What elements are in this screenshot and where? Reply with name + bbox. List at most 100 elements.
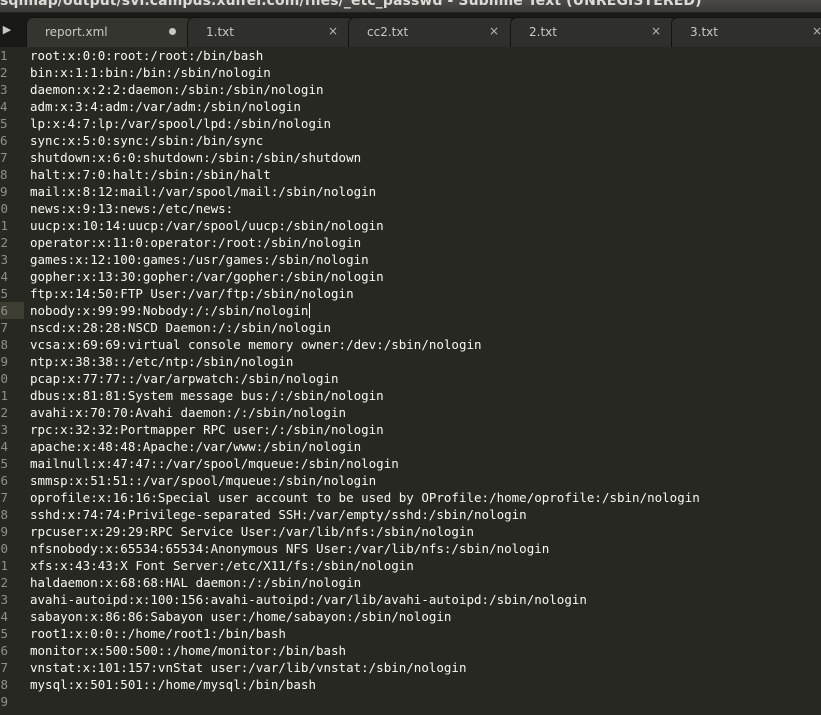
gutter-cell[interactable]: 25 <box>0 455 24 472</box>
code-line[interactable]: 34 sabayon:x:86:86:Sabayon user:/home/sab… <box>0 608 821 625</box>
gutter-cell[interactable]: 11 <box>0 217 24 234</box>
code-line[interactable]: 1 root:x:0:0:root:/root:/bin/bash <box>0 47 821 64</box>
gutter-cell[interactable]: 27 <box>0 489 24 506</box>
close-tab-icon[interactable]: × <box>649 23 663 39</box>
gutter-cell[interactable]: 17 <box>0 319 24 336</box>
code-line[interactable]: 27 oprofile:x:16:16:Special user account … <box>0 489 821 506</box>
tab-3[interactable]: cc2.txt × <box>348 17 516 47</box>
code-line[interactable]: 25 mailnull:x:47:47::/var/spool/mqueue:/s… <box>0 455 821 472</box>
line-number: 14 <box>0 269 9 284</box>
gutter-cell[interactable]: 35 <box>0 625 24 642</box>
gutter-cell[interactable]: 12 <box>0 234 24 251</box>
gutter-cell[interactable]: 7 <box>0 149 24 166</box>
gutter-cell[interactable]: 19 <box>0 353 24 370</box>
gutter-cell[interactable]: 39 <box>0 693 24 710</box>
gutter-cell[interactable]: 38 <box>0 676 24 693</box>
gutter-cell[interactable]: 15 <box>0 285 24 302</box>
code-line[interactable]: 26 smmsp:x:51:51::/var/spool/mqueue:/sbin… <box>0 472 821 489</box>
gutter-cell[interactable]: 24 <box>0 438 24 455</box>
code-line[interactable]: 11 uucp:x:10:14:uucp:/var/spool/uucp:/sbi… <box>0 217 821 234</box>
gutter-cell[interactable]: 36 <box>0 642 24 659</box>
line-text: oprofile:x:16:16:Special user account to… <box>30 490 700 505</box>
code-line[interactable]: 22 avahi:x:70:70:Avahi daemon:/:/sbin/nol… <box>0 404 821 421</box>
gutter-cell[interactable]: 16 <box>0 302 24 319</box>
gutter-cell[interactable]: 1 <box>0 47 24 64</box>
line-text: avahi:x:70:70:Avahi daemon:/:/sbin/nolog… <box>30 405 347 420</box>
window-titlebar[interactable]: sqlmap/output/svi.campus.xulfel.com/file… <box>0 0 821 13</box>
line-text: monitor:x:500:500::/home/monitor:/bin/ba… <box>30 643 347 658</box>
code-line[interactable]: 17 nscd:x:28:28:NSCD Daemon:/:/sbin/nolog… <box>0 319 821 336</box>
code-line[interactable]: 24 apache:x:48:48:Apache:/var/www:/sbin/n… <box>0 438 821 455</box>
editor-pane[interactable]: 1 root:x:0:0:root:/root:/bin/bash 2 bin:x:1… <box>0 47 821 715</box>
gutter-cell[interactable]: 29 <box>0 523 24 540</box>
gutter-cell[interactable]: 9 <box>0 183 24 200</box>
line-text: uucp:x:10:14:uucp:/var/spool/uucp:/sbin/… <box>30 218 384 233</box>
line-number: 27 <box>0 490 9 505</box>
unsaved-dot-icon[interactable] <box>169 28 176 35</box>
gutter-cell[interactable]: 31 <box>0 557 24 574</box>
gutter-cell[interactable]: 30 <box>0 540 24 557</box>
tab-4[interactable]: 2.txt × <box>510 17 678 47</box>
tab-2[interactable]: 1.txt × <box>187 17 355 47</box>
gutter-cell[interactable]: 14 <box>0 268 24 285</box>
code-line[interactable]: 23 rpc:x:32:32:Portmapper RPC user:/:/sbi… <box>0 421 821 438</box>
code-line[interactable]: 20 pcap:x:77:77::/var/arpwatch:/sbin/nolo… <box>0 370 821 387</box>
gutter-cell[interactable]: 13 <box>0 251 24 268</box>
code-line[interactable]: 3 daemon:x:2:2:daemon:/sbin:/sbin/nologin <box>0 81 821 98</box>
gutter-cell[interactable]: 6 <box>0 132 24 149</box>
gutter-cell[interactable]: 4 <box>0 98 24 115</box>
close-tab-icon[interactable]: × <box>487 23 501 39</box>
gutter-cell[interactable]: 22 <box>0 404 24 421</box>
gutter-cell[interactable]: 23 <box>0 421 24 438</box>
code-line[interactable]: 10 news:x:9:13:news:/etc/news: <box>0 200 821 217</box>
code-line[interactable]: 37 vnstat:x:101:157:vnStat user:/var/lib/… <box>0 659 821 676</box>
code-line[interactable]: 8 halt:x:7:0:halt:/sbin:/sbin/halt <box>0 166 821 183</box>
gutter-cell[interactable]: 21 <box>0 387 24 404</box>
code-line[interactable]: 19 ntp:x:38:38::/etc/ntp:/sbin/nologin <box>0 353 821 370</box>
code-line[interactable]: 9 mail:x:8:12:mail:/var/spool/mail:/sbin/… <box>0 183 821 200</box>
gutter-cell[interactable]: 34 <box>0 608 24 625</box>
line-number: 1 <box>0 48 8 63</box>
code-line[interactable]: 36 monitor:x:500:500::/home/monitor:/bin/… <box>0 642 821 659</box>
code-line[interactable]: 28 sshd:x:74:74:Privilege-separated SSH:/… <box>0 506 821 523</box>
code-line[interactable]: 7 shutdown:x:6:0:shutdown:/sbin:/sbin/shu… <box>0 149 821 166</box>
close-tab-icon[interactable]: × <box>326 23 340 39</box>
code-line[interactable]: 12 operator:x:11:0:operator:/root:/sbin/n… <box>0 234 821 251</box>
gutter-cell[interactable]: 20 <box>0 370 24 387</box>
tab-1[interactable]: report.xml <box>26 17 194 47</box>
gutter-cell[interactable]: 10 <box>0 200 24 217</box>
close-tab-icon[interactable]: × <box>810 23 821 39</box>
code-line[interactable]: 32 haldaemon:x:68:68:HAL daemon:/:/sbin/n… <box>0 574 821 591</box>
gutter-cell[interactable]: 2 <box>0 64 24 81</box>
code-line[interactable]: 30 nfsnobody:x:65534:65534:Anonymous NFS … <box>0 540 821 557</box>
gutter-cell[interactable]: 28 <box>0 506 24 523</box>
code-line[interactable]: 5 lp:x:4:7:lp:/var/spool/lpd:/sbin/nologi… <box>0 115 821 132</box>
code-line[interactable]: 39 <box>0 693 821 710</box>
code-line[interactable]: 14 gopher:x:13:30:gopher:/var/gopher:/sbi… <box>0 268 821 285</box>
gutter-cell[interactable]: 33 <box>0 591 24 608</box>
tab-scroll-left-icon[interactable]: ▶ <box>0 13 14 47</box>
code-line[interactable]: 33 avahi-autoipd:x:100:156:avahi-autoipd:… <box>0 591 821 608</box>
code-line[interactable]: 16 nobody:x:99:99:Nobody:/:/sbin/nologin <box>0 302 821 319</box>
gutter-cell[interactable]: 37 <box>0 659 24 676</box>
code-line[interactable]: 29 rpcuser:x:29:29:RPC Service User:/var/… <box>0 523 821 540</box>
line-text: pcap:x:77:77::/var/arpwatch:/sbin/nologi… <box>30 371 339 386</box>
code-line[interactable]: 4 adm:x:3:4:adm:/var/adm:/sbin/nologin <box>0 98 821 115</box>
code-line[interactable]: 18 vcsa:x:69:69:virtual console memory ow… <box>0 336 821 353</box>
code-line[interactable]: 13 games:x:12:100:games:/usr/games:/sbin/… <box>0 251 821 268</box>
code-line[interactable]: 15 ftp:x:14:50:FTP User:/var/ftp:/sbin/no… <box>0 285 821 302</box>
line-number: 5 <box>0 116 8 131</box>
code-line[interactable]: 35 root1:x:0:0::/home/root1:/bin/bash <box>0 625 821 642</box>
gutter-cell[interactable]: 18 <box>0 336 24 353</box>
code-line[interactable]: 21 dbus:x:81:81:System message bus:/:/sbi… <box>0 387 821 404</box>
code-line[interactable]: 31 xfs:x:43:43:X Font Server:/etc/X11/fs:… <box>0 557 821 574</box>
gutter-cell[interactable]: 3 <box>0 81 24 98</box>
code-line[interactable]: 6 sync:x:5:0:sync:/sbin:/bin/sync <box>0 132 821 149</box>
code-line[interactable]: 38 mysql:x:501:501::/home/mysql:/bin/bash <box>0 676 821 693</box>
gutter-cell[interactable]: 5 <box>0 115 24 132</box>
code-line[interactable]: 2 bin:x:1:1:bin:/bin:/sbin/nologin <box>0 64 821 81</box>
gutter-cell[interactable]: 8 <box>0 166 24 183</box>
gutter-cell[interactable]: 26 <box>0 472 24 489</box>
tab-5[interactable]: 3.txt × <box>671 17 821 47</box>
gutter-cell[interactable]: 32 <box>0 574 24 591</box>
